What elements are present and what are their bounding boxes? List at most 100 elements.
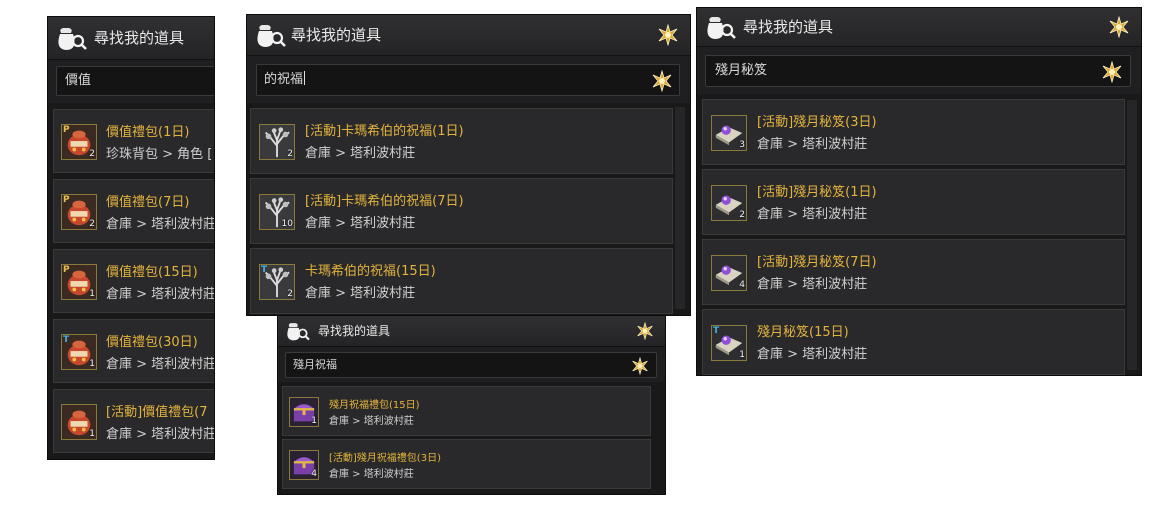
item-name: 殘月祝福禮包(15日) bbox=[329, 400, 420, 411]
item-grade-badge: P bbox=[63, 125, 70, 135]
item-count: 2 bbox=[739, 210, 745, 220]
item-count: 1 bbox=[89, 359, 95, 369]
result-item[interactable]: 3 [活動]殘月秘笈(3日) 倉庫 > 塔利波村莊 bbox=[702, 99, 1125, 165]
item-name: [活動]殘月秘笈(3日) bbox=[757, 115, 877, 130]
item-name: [活動]殘月祝福禮包(3日) bbox=[329, 453, 441, 464]
item-name: [活動]殘月秘笈(7日) bbox=[757, 255, 877, 270]
window-title-bar[interactable]: 尋找我的道具 bbox=[278, 316, 665, 347]
close-star-icon[interactable] bbox=[657, 23, 679, 47]
results-list[interactable]: 2 [活動]卡瑪希伯的祝福(1日) 倉庫 > 塔利波村莊 10 [活動]卡瑪希伯的祝福(… bbox=[247, 103, 690, 315]
results-list[interactable]: P 2 價值禮包(1日) 珍珠背包 > 角色 [P 2 價值禮包(7日) 倉庫 > 塔利波村… bbox=[48, 103, 214, 459]
secret-scroll-icon: 2 bbox=[711, 185, 747, 221]
result-item[interactable]: 2 [活動]殘月秘笈(1日) 倉庫 > 塔利波村莊 bbox=[702, 169, 1125, 235]
scrollbar-track[interactable] bbox=[1127, 100, 1137, 370]
search-input[interactable]: 殘月祝福 bbox=[285, 352, 657, 378]
window-title-bar[interactable]: 尋找我的道具 bbox=[697, 8, 1141, 47]
item-location: 倉庫 > 塔利波村莊 bbox=[329, 416, 414, 427]
item-grade-badge: P bbox=[63, 265, 70, 275]
blessing-tree-icon: 10 bbox=[259, 194, 295, 230]
window-title: 尋找我的道具 bbox=[318, 324, 391, 338]
secret-scroll-icon: 3 bbox=[711, 115, 747, 151]
search-star-icon[interactable] bbox=[651, 69, 673, 93]
item-count: 2 bbox=[287, 149, 293, 159]
item-count: 4 bbox=[311, 469, 317, 479]
window-title: 尋找我的道具 bbox=[94, 29, 185, 47]
result-item[interactable]: 4 [活動]殘月秘笈(7日) 倉庫 > 塔利波村莊 bbox=[702, 239, 1125, 305]
gift-bag-icon: P1 bbox=[61, 264, 97, 300]
item-location: 倉庫 > 塔利波村莊 bbox=[329, 469, 414, 480]
gift-bag-icon: P2 bbox=[61, 124, 97, 160]
gift-bag-icon: T1 bbox=[61, 334, 97, 370]
result-item[interactable]: P 2 價值禮包(1日) 珍珠背包 > 角色 [ bbox=[53, 109, 214, 173]
item-location: 倉庫 > 塔利波村莊 bbox=[106, 427, 214, 442]
item-count: 2 bbox=[89, 219, 95, 229]
search-input[interactable]: 的祝福 bbox=[256, 64, 680, 96]
search-star-icon[interactable] bbox=[631, 356, 649, 376]
item-name: 價值禮包(1日) bbox=[106, 125, 190, 140]
item-location: 倉庫 > 塔利波村莊 bbox=[305, 216, 416, 231]
blessing-tree-icon: 2 bbox=[259, 124, 295, 160]
blessing-tree-icon: T2 bbox=[259, 264, 295, 300]
find-item-window-blessing: 尋找我的道具 的祝福 2 [活動]卡瑪希伯的祝福(1日) 倉庫 > 塔利波村莊 10 [… bbox=[247, 15, 690, 315]
result-item[interactable]: P 1 價值禮包(15日) 倉庫 > 塔利波村莊 bbox=[53, 249, 214, 313]
item-count: 10 bbox=[281, 219, 293, 229]
result-item[interactable]: 1 殘月祝福禮包(15日) 倉庫 > 塔利波村莊 bbox=[282, 386, 651, 436]
result-item[interactable]: 10 [活動]卡瑪希伯的祝福(7日) 倉庫 > 塔利波村莊 bbox=[250, 178, 673, 244]
find-item-window-waning-moon-blessing: 尋找我的道具 殘月祝福 1 殘月祝福禮包(15日) 倉庫 > 塔利波村莊 4 [活動]殘… bbox=[278, 316, 665, 494]
item-count: 1 bbox=[89, 289, 95, 299]
purple-chest-icon: 4 bbox=[289, 450, 319, 480]
window-title-bar[interactable]: 尋找我的道具 bbox=[247, 15, 690, 56]
item-location: 倉庫 > 塔利波村莊 bbox=[305, 146, 416, 161]
results-list[interactable]: 1 殘月祝福禮包(15日) 倉庫 > 塔利波村莊 4 [活動]殘月祝福禮包(3日) 倉庫 … bbox=[278, 382, 665, 494]
item-name: [活動]卡瑪希伯的祝福(1日) bbox=[305, 124, 464, 139]
search-star-icon[interactable] bbox=[1101, 60, 1123, 84]
item-count: 1 bbox=[311, 416, 317, 426]
result-item[interactable]: P 2 價值禮包(7日) 倉庫 > 塔利波村莊 bbox=[53, 179, 214, 243]
search-input[interactable]: 價值 bbox=[56, 66, 214, 96]
result-item[interactable]: 4 [活動]殘月祝福禮包(3日) 倉庫 > 塔利波村莊 bbox=[282, 439, 651, 489]
item-grade-badge: T bbox=[261, 265, 268, 275]
item-location: 倉庫 > 塔利波村莊 bbox=[757, 277, 868, 292]
result-item[interactable]: T 1 殘月秘笈(15日) 倉庫 > 塔利波村莊 bbox=[702, 309, 1125, 375]
secret-scroll-icon: T1 bbox=[711, 325, 747, 361]
gift-bag-icon: P2 bbox=[61, 194, 97, 230]
find-item-window-waning-moon-secret: 尋找我的道具 殘月秘笈 3 [活動]殘月秘笈(3日) 倉庫 > 塔利波村莊 2 [活動]… bbox=[697, 8, 1141, 375]
item-count: 1 bbox=[739, 350, 745, 360]
results-list[interactable]: 3 [活動]殘月秘笈(3日) 倉庫 > 塔利波村莊 2 [活動]殘月秘笈(1日) 倉庫 >… bbox=[697, 94, 1141, 375]
search-input[interactable]: 殘月秘笈 bbox=[705, 55, 1131, 87]
purple-chest-icon: 1 bbox=[289, 397, 319, 427]
item-name: 價值禮包(15日) bbox=[106, 265, 198, 280]
close-star-icon[interactable] bbox=[636, 321, 654, 341]
item-grade-badge: T bbox=[63, 335, 70, 345]
item-location: 倉庫 > 塔利波村莊 bbox=[106, 357, 214, 372]
item-count: 3 bbox=[739, 140, 745, 150]
scrollbar-track[interactable] bbox=[675, 107, 685, 309]
text-cursor bbox=[304, 71, 306, 85]
item-name: 價值禮包(30日) bbox=[106, 335, 198, 350]
item-name: [活動]卡瑪希伯的祝福(7日) bbox=[305, 194, 464, 209]
window-title: 尋找我的道具 bbox=[291, 26, 382, 44]
bag-search-icon bbox=[56, 24, 88, 52]
item-location: 倉庫 > 塔利波村莊 bbox=[757, 207, 868, 222]
result-item[interactable]: T 1 價值禮包(30日) 倉庫 > 塔利波村莊 bbox=[53, 319, 214, 383]
result-item[interactable]: T 2 卡瑪希伯的祝福(15日) 倉庫 > 塔利波村莊 bbox=[250, 248, 673, 314]
item-count: 4 bbox=[739, 280, 745, 290]
item-location: 倉庫 > 塔利波村莊 bbox=[305, 286, 416, 301]
search-value: 的祝福 bbox=[264, 71, 306, 87]
item-name: 卡瑪希伯的祝福(15日) bbox=[305, 264, 436, 279]
result-item[interactable]: 1 [活動]價值禮包(7 倉庫 > 塔利波村莊 bbox=[53, 389, 214, 453]
item-location: 珍珠背包 > 角色 [ bbox=[106, 147, 213, 162]
item-grade-badge: T bbox=[713, 326, 720, 336]
item-count: 2 bbox=[287, 289, 293, 299]
close-star-icon[interactable] bbox=[1108, 15, 1130, 39]
bag-search-icon bbox=[255, 21, 287, 49]
result-item[interactable]: 2 [活動]卡瑪希伯的祝福(1日) 倉庫 > 塔利波村莊 bbox=[250, 108, 673, 174]
item-name: 價值禮包(7日) bbox=[106, 195, 190, 210]
item-grade-badge: P bbox=[63, 195, 70, 205]
secret-scroll-icon: 4 bbox=[711, 255, 747, 291]
item-location: 倉庫 > 塔利波村莊 bbox=[757, 347, 868, 362]
item-location: 倉庫 > 塔利波村莊 bbox=[106, 287, 214, 302]
window-title-bar[interactable]: 尋找我的道具 bbox=[48, 17, 214, 60]
window-title: 尋找我的道具 bbox=[743, 18, 834, 36]
item-name: [活動]價值禮包(7 bbox=[106, 405, 208, 420]
